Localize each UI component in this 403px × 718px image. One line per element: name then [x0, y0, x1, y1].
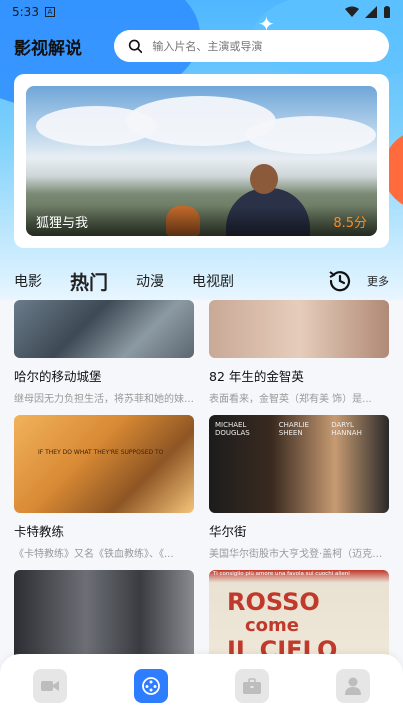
nav-briefcase[interactable] [234, 669, 269, 703]
nav-profile[interactable] [335, 669, 370, 703]
banner-image[interactable]: 狐狸与我 8.5分 [26, 86, 377, 236]
history-icon[interactable] [327, 268, 353, 294]
tab-tv-series[interactable]: 电视剧 [192, 271, 234, 291]
poster-cast: MICHAEL DOUGLAS CHARLIE SHEEN DARYL HANN… [215, 421, 383, 437]
movie-title[interactable]: 哈尔的移动城堡 [14, 366, 194, 385]
film-reel-icon [142, 677, 161, 695]
more-link[interactable]: 更多 [367, 273, 389, 289]
nav-film[interactable] [134, 669, 169, 703]
wifi-icon [345, 6, 359, 17]
movie-description: 表面看来，金智英（郑有美 饰）是... [209, 394, 372, 405]
poster-cast-name: DARYL HANNAH [331, 421, 362, 437]
movie-poster[interactable] [14, 570, 194, 660]
search-bar[interactable] [114, 30, 389, 62]
nav-video[interactable] [33, 669, 68, 703]
banner-score: 8.5分 [333, 215, 367, 231]
movie-description: 《卡特教练》又名《铁血教练》、《... [14, 549, 174, 560]
movie-grid: 哈尔的移动城堡 继母因无力负担生活，将苏菲和她的妹妹... 82 年生的金智英 … [14, 300, 389, 678]
movie-poster[interactable]: MICHAEL DOUGLAS CHARLIE SHEEN DARYL HANN… [209, 415, 389, 513]
poster-title-line: come [245, 615, 299, 636]
app-title: 影视解说 [14, 38, 82, 59]
movie-card[interactable]: IF THEY DO WHAT THEY'RE SUPPOSED TO 卡特教练… [14, 415, 194, 560]
briefcase-icon [242, 678, 261, 694]
search-icon[interactable] [128, 38, 143, 54]
user-icon [344, 677, 361, 695]
movie-card[interactable]: 82 年生的金智英 表面看来，金智英（郑有美 饰）是... [209, 300, 389, 405]
poster-tagline: IF THEY DO WHAT THEY'RE SUPPOSED TO [38, 449, 164, 456]
movie-poster[interactable] [209, 300, 389, 358]
movie-card[interactable]: MICHAEL DOUGLAS CHARLIE SHEEN DARYL HANN… [209, 415, 389, 560]
movie-title[interactable]: 华尔街 [209, 521, 389, 540]
movie-title[interactable]: 82 年生的金智英 [209, 366, 389, 385]
bottom-navigation [0, 654, 403, 718]
movie-description: 美国华尔街股市大亨戈登·盖柯（迈克尔... [209, 549, 389, 560]
banner-title[interactable]: 狐狸与我 [36, 212, 88, 231]
video-camera-icon [41, 681, 60, 691]
tab-anime[interactable]: 动漫 [136, 271, 164, 291]
status-time: 5:33 [12, 5, 39, 19]
cloud [246, 116, 376, 154]
poster-title: ROSSO come IL CIELO [227, 590, 337, 660]
battery-icon [384, 5, 390, 18]
girl-head [250, 164, 278, 194]
banner-card[interactable]: 狐狸与我 8.5分 [14, 74, 389, 248]
poster-tagline: Ti consiglio più amore una favola sui cu… [213, 571, 350, 577]
search-input[interactable] [152, 39, 375, 53]
tab-hot[interactable]: 热门 [70, 268, 108, 295]
movie-title[interactable]: 卡特教练 [14, 521, 194, 540]
poster-cast-name: CHARLIE SHEEN [278, 421, 309, 437]
movie-card[interactable]: 哈尔的移动城堡 继母因无力负担生活，将苏菲和她的妹妹... [14, 300, 194, 405]
tab-movie[interactable]: 电影 [14, 271, 42, 291]
movie-poster[interactable]: Ti consiglio più amore una favola sui cu… [209, 570, 389, 660]
movie-poster[interactable]: IF THEY DO WHAT THEY'RE SUPPOSED TO [14, 415, 194, 513]
banner-caption: 狐狸与我 8.5分 [26, 206, 377, 236]
movie-description: 继母因无力负担生活，将苏菲和她的妹妹... [14, 394, 194, 405]
signal-icon [365, 6, 377, 18]
category-tabs: 电影 热门 动漫 电视剧 更多 [0, 264, 403, 298]
poster-cast-name: MICHAEL DOUGLAS [215, 421, 250, 437]
status-bar: 5:33 A [0, 0, 403, 24]
poster-title-line: ROSSO [227, 588, 320, 616]
sim-notification-icon: A [44, 7, 55, 17]
movie-poster[interactable] [14, 300, 194, 358]
top-bar: 影视解说 [14, 30, 389, 62]
